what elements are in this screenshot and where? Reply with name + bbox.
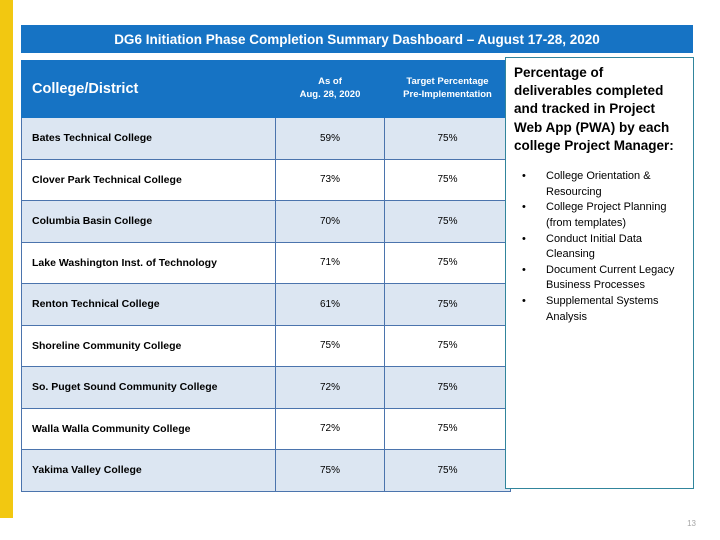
column-header-target-line2: Pre-Implementation <box>403 89 492 100</box>
cell-as-of-percent: 61% <box>275 283 385 326</box>
cell-target-percent: 75% <box>384 449 511 492</box>
cell-college-name: Lake Washington Inst. of Technology <box>21 241 276 284</box>
list-item-label: Document Current Legacy Business Process… <box>546 263 675 292</box>
cell-college-name: So. Puget Sound Community College <box>21 366 276 409</box>
bullet-icon: • <box>522 201 526 214</box>
table-body: Bates Technical College 59% 75% Clover Park… <box>21 117 511 492</box>
cell-college-name: Bates Technical College <box>21 117 276 160</box>
bullet-icon: • <box>522 263 526 276</box>
table-row: Clover Park Technical College 73% 75% <box>21 158 511 201</box>
cell-college-name: Columbia Basin College <box>21 200 276 243</box>
page-number: 13 <box>687 519 696 528</box>
table-row: Renton Technical College 61% 75% <box>21 283 511 326</box>
bullet-icon: • <box>522 232 526 245</box>
list-item-label: Conduct Initial Data Cleansing <box>546 232 642 261</box>
list-item-label: College Orientation & Resourcing <box>546 170 651 198</box>
cell-target-percent: 75% <box>384 241 511 284</box>
table-row: Lake Washington Inst. of Technology 71% 75… <box>21 241 511 284</box>
cell-college-name: Walla Walla Community College <box>21 407 276 450</box>
table-row: Walla Walla Community College 72% 75% <box>21 407 511 450</box>
slide-title: DG6 Initiation Phase Completion Summary … <box>114 31 600 47</box>
cell-college-name: Yakima Valley College <box>21 449 276 492</box>
list-item-label: Supplemental Systems Analysis <box>546 294 659 323</box>
callout-heading: Percentage of deliverables completed and… <box>514 65 674 153</box>
cell-as-of-percent: 71% <box>275 241 385 284</box>
table-row: Yakima Valley College 75% 75% <box>21 449 511 492</box>
slide-title-banner: DG6 Initiation Phase Completion Summary … <box>21 25 693 53</box>
cell-target-percent: 75% <box>384 200 511 243</box>
column-header-as-of-line2: Aug. 28, 2020 <box>299 89 361 100</box>
cell-target-percent: 75% <box>384 324 511 367</box>
list-item: • Supplemental Systems Analysis <box>514 294 685 325</box>
column-header-as-of-line1: As of <box>318 76 342 88</box>
list-item: • College Project Planning (from template… <box>514 200 685 231</box>
cell-as-of-percent: 70% <box>275 200 385 243</box>
column-header-college: College/District <box>21 60 276 118</box>
list-item: • College Orientation & Resourcing <box>514 169 685 200</box>
cell-as-of-percent: 59% <box>275 117 385 160</box>
left-accent-bar <box>0 0 13 518</box>
cell-target-percent: 75% <box>384 283 511 326</box>
table-row: Columbia Basin College 70% 75% <box>21 200 511 243</box>
table-row: So. Puget Sound Community College 72% 75% <box>21 366 511 409</box>
cell-target-percent: 75% <box>384 117 511 160</box>
completion-summary-table: College/District As of Aug. 28, 2020 Tar… <box>21 60 511 492</box>
cell-college-name: Renton Technical College <box>21 283 276 326</box>
table-row: Bates Technical College 59% 75% <box>21 117 511 160</box>
column-header-as-of: As of Aug. 28, 2020 <box>275 60 385 118</box>
column-header-target: Target Percentage Pre-Implementation <box>384 60 511 118</box>
table-row: Shoreline Community College 75% 75% <box>21 324 511 367</box>
cell-college-name: Clover Park Technical College <box>21 158 276 201</box>
callout-panel: Percentage of deliverables completed and… <box>505 57 694 489</box>
table-header: College/District As of Aug. 28, 2020 Tar… <box>21 60 511 118</box>
bullet-icon: • <box>522 170 526 183</box>
cell-target-percent: 75% <box>384 366 511 409</box>
cell-as-of-percent: 72% <box>275 366 385 409</box>
cell-as-of-percent: 75% <box>275 324 385 367</box>
cell-as-of-percent: 73% <box>275 158 385 201</box>
cell-as-of-percent: 72% <box>275 407 385 450</box>
list-item: • Document Current Legacy Business Proces… <box>514 263 685 294</box>
cell-as-of-percent: 75% <box>275 449 385 492</box>
cell-target-percent: 75% <box>384 158 511 201</box>
cell-college-name: Shoreline Community College <box>21 324 276 367</box>
table-header-row: College/District As of Aug. 28, 2020 Tar… <box>21 60 511 118</box>
callout-deliverables-list: • College Orientation & Resourcing • Colleg… <box>514 169 685 325</box>
list-item-label: College Project Planning (from templates… <box>546 201 667 229</box>
cell-target-percent: 75% <box>384 407 511 450</box>
bullet-icon: • <box>522 294 526 307</box>
list-item: • Conduct Initial Data Cleansing <box>514 232 685 263</box>
column-header-target-line1: Target Percentage <box>406 76 489 88</box>
